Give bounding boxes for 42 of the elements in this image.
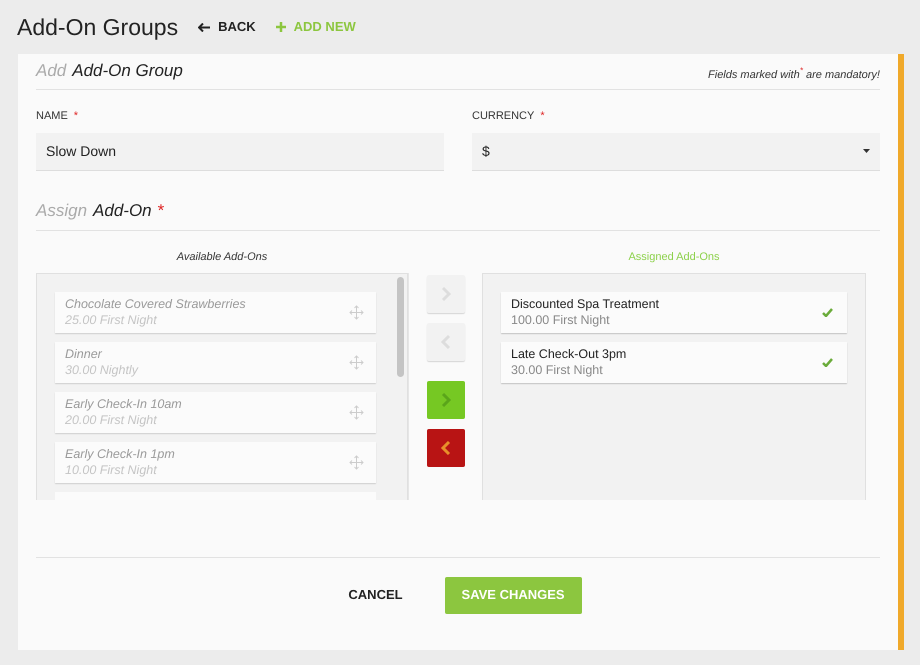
- assign-heading: Add-On: [93, 200, 152, 222]
- page-title: Add-On Groups: [17, 12, 178, 42]
- addon-card[interactable]: Discounted Spa Treatment 100.00 First Night: [501, 292, 847, 332]
- addon-name: Early Check-In 10am: [65, 396, 182, 412]
- addon-card[interactable]: Late Check-Out 3pm 30.00 First Night: [501, 342, 847, 382]
- required-mark: *: [158, 200, 164, 222]
- name-field[interactable]: Slow Down: [36, 132, 444, 170]
- unassign-button[interactable]: [426, 428, 464, 466]
- addon-name: Late Check-Out 3pm: [511, 346, 626, 362]
- required-mark: *: [540, 109, 545, 124]
- heading-prefix: Assign: [36, 200, 88, 222]
- plus-icon: [276, 22, 286, 32]
- checkmark-icon: [822, 308, 833, 316]
- heading-prefix: Add: [36, 60, 66, 82]
- field-label: CURRENCY: [472, 109, 534, 124]
- required-mark: *: [74, 109, 78, 124]
- addon-name: Dinner: [65, 346, 104, 362]
- move-icon: [349, 454, 364, 470]
- addon-name: Early Check-In 1pm: [65, 446, 175, 462]
- addon-name: Discounted Spa Treatment: [511, 296, 659, 312]
- arrow-left-icon: [198, 22, 210, 32]
- chevron-right-icon: [440, 392, 450, 406]
- chevron-left-icon: [440, 440, 450, 454]
- column-title: Assigned Add-Ons: [628, 250, 720, 264]
- cancel-button[interactable]: CANCEL: [334, 576, 417, 614]
- caret-down-icon: [863, 149, 870, 153]
- checkmark-icon: [822, 358, 833, 366]
- addon-price: 100.00 First Night: [511, 312, 611, 328]
- form-heading: Add-On Group: [72, 60, 183, 82]
- mandatory-note: Fields marked with$^{*}$ are mandatory!: [708, 66, 880, 82]
- back-button[interactable]: BACK: [198, 17, 256, 37]
- assign-button[interactable]: [426, 274, 464, 312]
- currency-select[interactable]: $: [472, 132, 880, 170]
- move-icon: [349, 404, 364, 420]
- scrollbar-thumb[interactable]: [397, 276, 404, 376]
- addon-price: 30.00 First Night: [511, 362, 604, 378]
- move-icon: [349, 304, 364, 320]
- move-icon: [349, 354, 364, 370]
- column-title: Available Add-Ons: [176, 250, 268, 264]
- field-label: NAME: [36, 109, 68, 124]
- assign-button[interactable]: [426, 380, 464, 418]
- addon-name: Chocolate Covered Strawberries: [65, 296, 246, 312]
